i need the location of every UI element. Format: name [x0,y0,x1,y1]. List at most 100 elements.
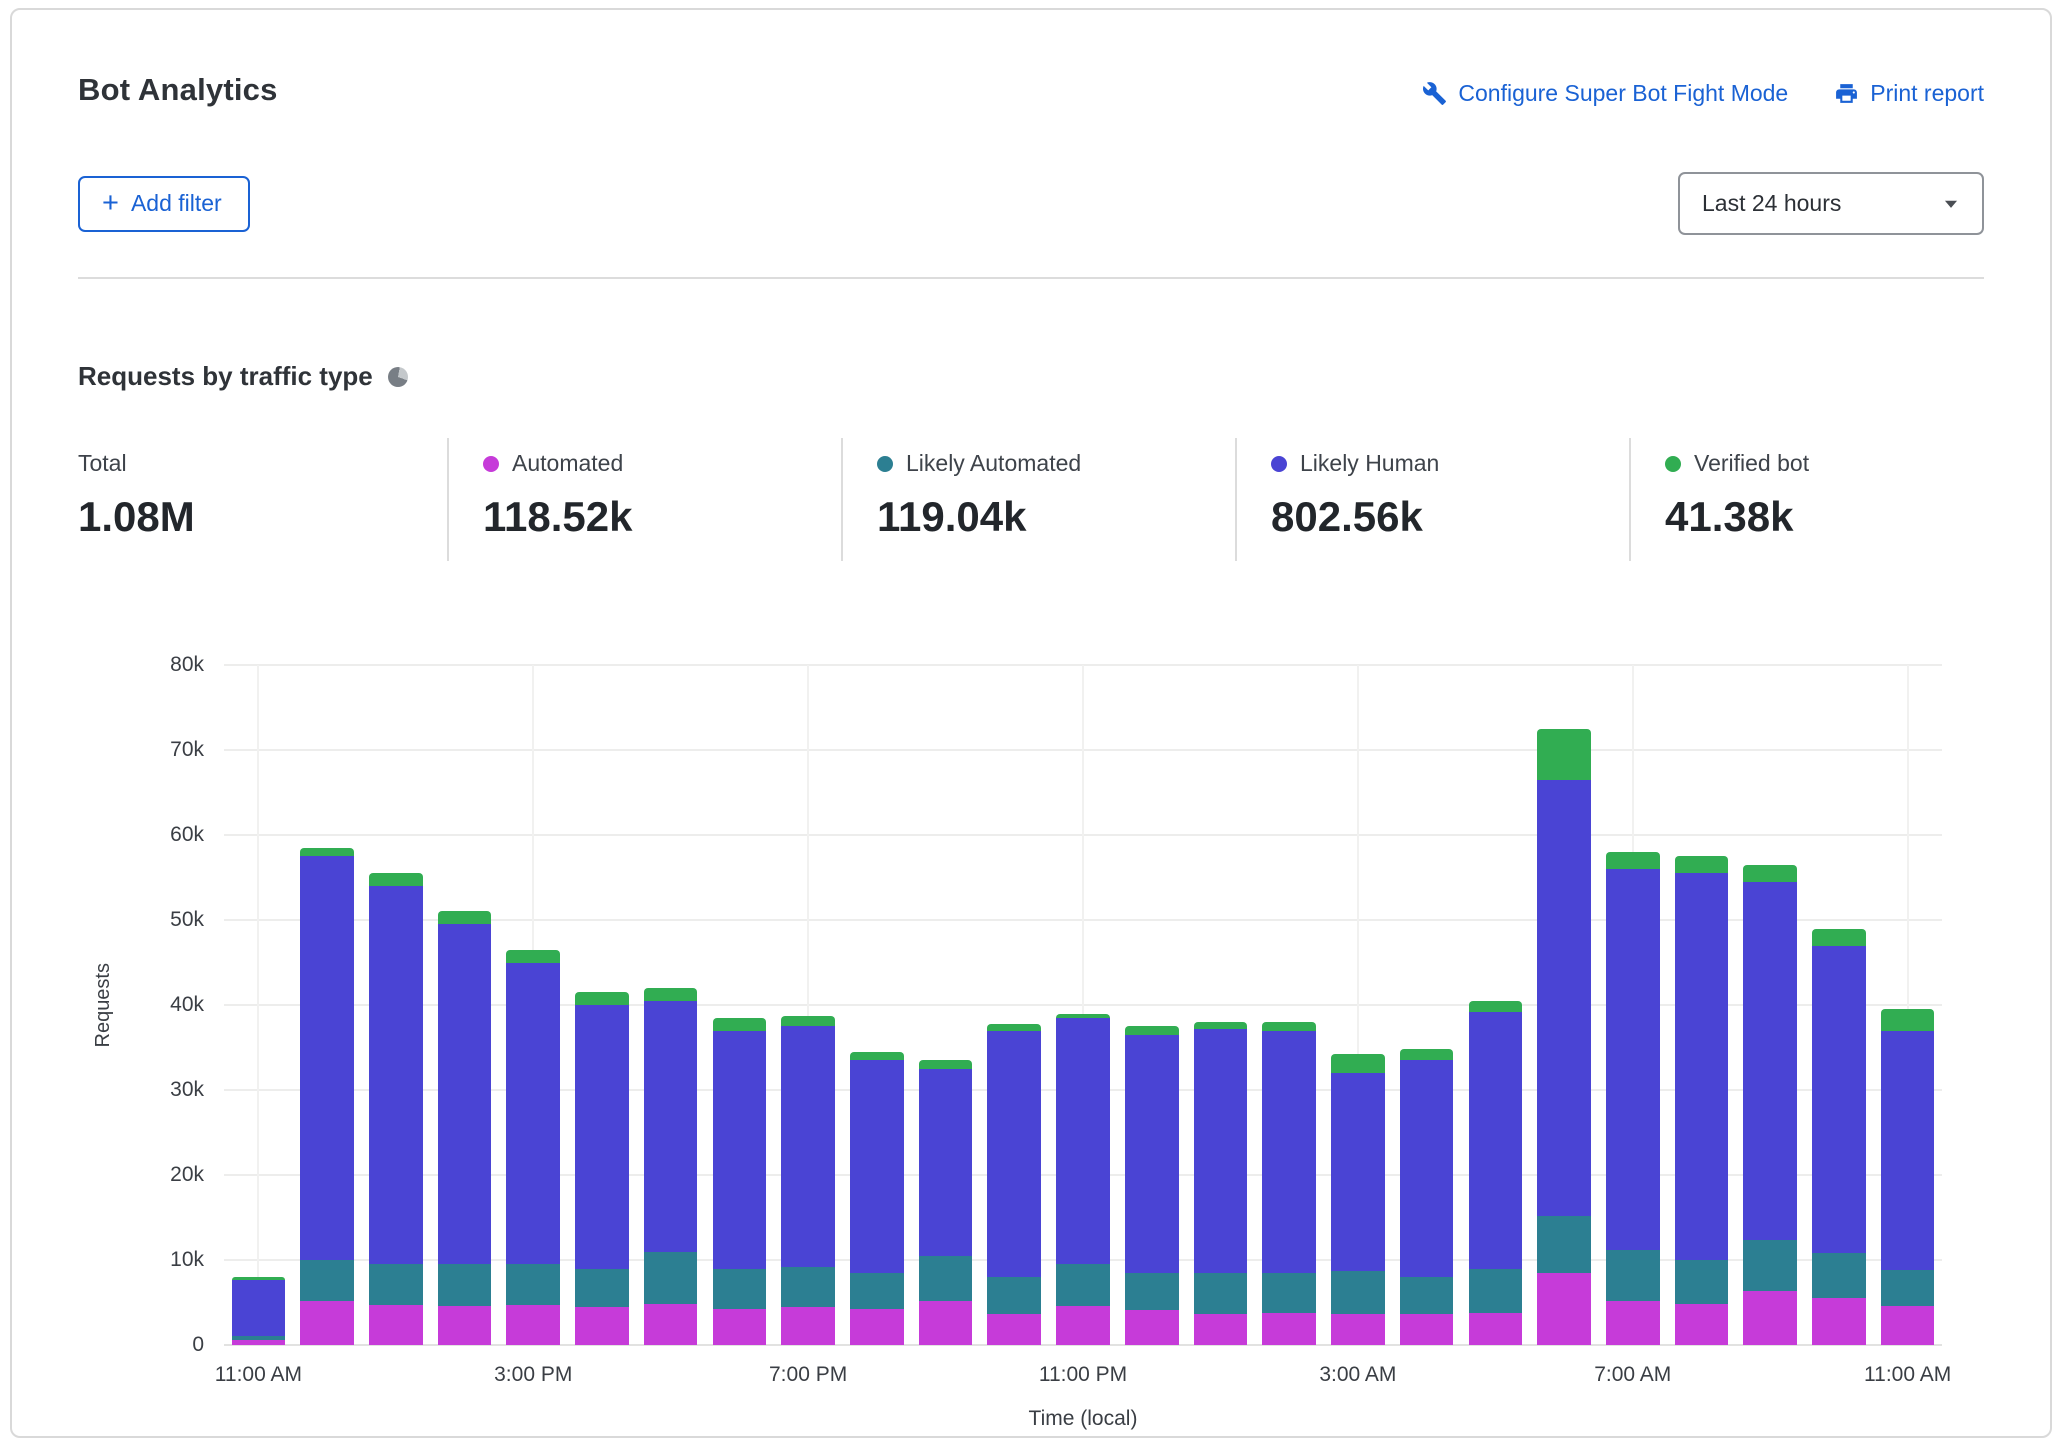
bar[interactable] [1743,665,1797,1345]
bar[interactable] [1674,665,1729,1345]
bar-segment-automated [1743,1291,1797,1345]
bar-segment-automated [1056,1305,1110,1345]
add-filter-button[interactable]: + Add filter [78,175,250,232]
time-range-select[interactable]: Last 24 hours [1678,172,1984,235]
bar-slot [1324,665,1393,1345]
stat-total: Total 1.08M [78,438,447,561]
x-tick-label: 7:00 AM [1594,1363,1672,1386]
legend-dot-likely-automated [877,455,893,472]
section-title: Requests by traffic type [78,361,373,391]
stat-automated[interactable]: Automated 118.52k [447,438,841,561]
y-axis-title: Requests [91,962,114,1048]
bar-segment-verified-bot [1399,1049,1454,1061]
bar-segment-likely-automated [437,1264,492,1306]
stat-value: 118.52k [483,493,633,540]
bar-segment-likely-automated [987,1277,1042,1315]
bar-segment-verified-bot [506,949,561,963]
bar-segment-automated [918,1300,973,1345]
y-tick-label: 60k [170,823,204,846]
legend-dot-verified-bot [1665,455,1681,472]
stat-value: 41.38k [1665,493,1794,540]
y-tick-label: 40k [170,993,204,1016]
bar-segment-verified-bot [1605,852,1660,870]
bar[interactable] [1880,665,1935,1345]
bar-segment-likely-human [1880,1030,1935,1271]
configure-link-label: Configure Super Bot Fight Mode [1458,80,1789,106]
bar-segment-likely-automated [1743,1240,1797,1292]
bar[interactable] [300,665,354,1345]
stat-value: 1.08M [78,493,195,540]
y-tick-label: 10k [170,1248,204,1271]
bar[interactable] [1537,665,1591,1345]
add-filter-label: Add filter [130,189,222,216]
bar[interactable] [781,665,835,1345]
bar-slot [774,665,843,1345]
bar-segment-automated [575,1306,629,1345]
bar[interactable] [575,665,629,1345]
bar-segment-likely-automated [1262,1272,1316,1313]
x-tick-label: 11:00 AM [1864,1363,1952,1386]
requests-chart: Requests 0 10k 20k 30k 40k 50k 60k 70k 80k 11:00… [78,653,1984,1430]
bar[interactable] [1605,665,1660,1345]
configure-super-bot-fight-mode-link[interactable]: Configure Super Bot Fight Mode [1422,80,1788,107]
bar-segment-verified-bot [643,988,698,1001]
bar-segment-likely-automated [643,1251,698,1305]
stat-likely-automated[interactable]: Likely Automated 119.04k [841,438,1235,561]
bar[interactable] [1468,665,1523,1345]
bar[interactable] [369,665,423,1345]
bar[interactable] [1056,665,1110,1345]
bar[interactable] [1812,665,1866,1345]
bar[interactable] [437,665,492,1345]
stat-likely-human[interactable]: Likely Human 802.56k [1235,438,1629,561]
bar[interactable] [1331,665,1385,1345]
bar[interactable] [918,665,973,1345]
bot-analytics-card: Bot Analytics Configure Super Bot Fight … [10,8,2052,1438]
bar[interactable] [850,665,904,1345]
bar-segment-automated [712,1309,767,1345]
bar-segment-automated [1468,1312,1523,1345]
bar[interactable] [1262,665,1316,1345]
bar-slot [361,665,430,1345]
stat-verified-bot[interactable]: Verified bot 41.38k [1629,438,1835,561]
bar-segment-likely-automated [1056,1264,1110,1306]
bar-segment-verified-bot [1674,856,1729,874]
x-tick-label: 11:00 PM [1038,1363,1128,1386]
legend-dot-likely-human [1271,455,1287,472]
bar-segment-likely-human [369,886,423,1265]
bar-segment-automated [643,1304,698,1345]
bar-slot [1530,665,1599,1345]
bar-segment-likely-automated [1674,1260,1729,1305]
bar-segment-likely-automated [1331,1271,1385,1315]
bar[interactable] [1124,665,1179,1345]
bar-segment-verified-bot [1331,1054,1385,1074]
bar[interactable] [987,665,1042,1345]
bars [224,665,1942,1345]
bar-segment-likely-human [643,1000,698,1252]
bar[interactable] [231,665,286,1345]
bar-segment-automated [1331,1314,1385,1345]
bar[interactable] [712,665,767,1345]
print-report-link[interactable]: Print report [1834,80,1984,107]
bar-segment-likely-human [231,1279,286,1336]
bar-segment-automated [1124,1310,1179,1345]
bar[interactable] [1399,665,1454,1345]
bar[interactable] [643,665,698,1345]
time-range-value: Last 24 hours [1702,190,1842,216]
bar-segment-likely-automated [1537,1215,1591,1273]
y-axis-ticks: 0 10k 20k 30k 40k 50k 60k 70k 80k [128,653,224,1356]
bar-segment-verified-bot [437,910,492,925]
bar-slot [293,665,362,1345]
bar-slot [980,665,1049,1345]
x-tick-label: 3:00 AM [1319,1363,1397,1386]
pie-chart-icon [387,366,408,387]
bar[interactable] [506,665,561,1345]
bar-slot [1461,665,1530,1345]
bar-segment-likely-automated [369,1264,423,1306]
bar-slot [911,665,980,1345]
bar[interactable] [1193,665,1248,1345]
bar-segment-verified-bot [300,847,354,857]
y-tick-label: 0 [192,1333,204,1356]
bar-slot [1805,665,1874,1345]
x-tick-label: 11:00 AM [214,1363,302,1386]
bar-segment-likely-automated [781,1266,835,1307]
